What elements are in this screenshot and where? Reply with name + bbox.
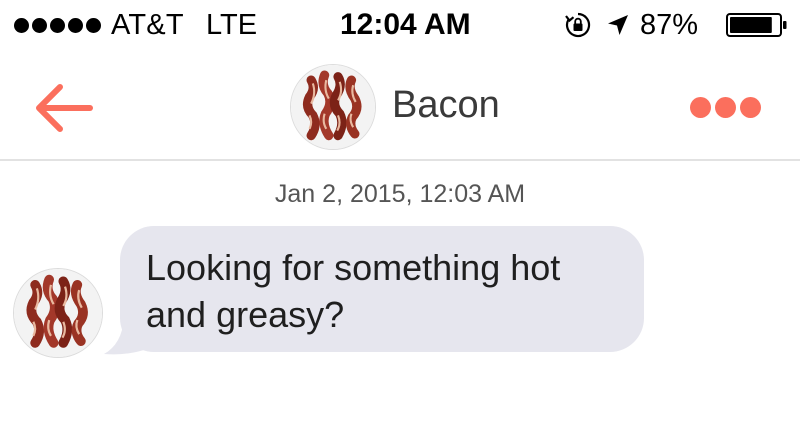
back-button[interactable] xyxy=(30,78,96,138)
more-dots-icon xyxy=(690,96,711,118)
status-time: 12:04 AM xyxy=(340,8,471,41)
more-dots-icon xyxy=(715,96,736,118)
contact-name[interactable]: Bacon xyxy=(392,84,500,127)
bacon-image xyxy=(14,269,102,357)
message-bubble[interactable]: Looking for something hot and greasy? xyxy=(120,226,644,352)
message-line: and greasy? xyxy=(146,294,345,335)
nav-bar: Bacon xyxy=(0,56,800,161)
chat-screen: AT&T LTE 12:04 AM 87% Bacon Jan 2, 2015,… xyxy=(0,0,800,427)
more-button[interactable] xyxy=(690,92,762,122)
sender-avatar[interactable] xyxy=(13,268,103,358)
network-type: LTE xyxy=(206,9,258,41)
signal-dots-icon xyxy=(14,18,101,33)
more-dots-icon xyxy=(740,96,761,118)
battery-percent: 87% xyxy=(640,9,699,41)
arrow-left-icon xyxy=(36,84,93,132)
battery-icon xyxy=(726,13,787,37)
bacon-image xyxy=(291,65,375,149)
location-arrow-icon xyxy=(608,15,628,35)
message-line: Looking for something hot xyxy=(146,247,561,288)
rotation-lock-icon xyxy=(565,12,591,38)
carrier-name: AT&T xyxy=(111,9,184,41)
contact-avatar[interactable] xyxy=(290,64,376,150)
status-bar: AT&T LTE 12:04 AM 87% xyxy=(0,0,800,56)
message-timestamp: Jan 2, 2015, 12:03 AM xyxy=(274,180,526,208)
